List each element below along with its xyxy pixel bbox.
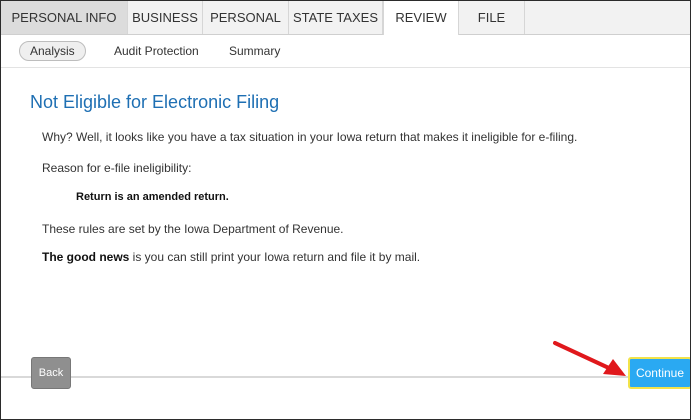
good-news-bold: The good news — [42, 250, 130, 264]
good-news-rest: is you can still print your Iowa return … — [129, 250, 421, 264]
why-text: Why? Well, it looks like you have a tax … — [42, 130, 578, 144]
tab-state-taxes[interactable]: STATE TAXES — [289, 1, 383, 34]
sub-nav-tabs: Analysis Audit Protection Summary — [1, 35, 690, 68]
page-title: Not Eligible for Electronic Filing — [30, 92, 280, 112]
continue-button[interactable]: Continue — [628, 357, 690, 389]
footer-bar — [1, 376, 690, 419]
tab-business[interactable]: BUSINESS — [128, 1, 203, 34]
tab-file[interactable]: FILE — [459, 1, 525, 34]
tab-review[interactable]: REVIEW — [383, 1, 459, 35]
reason-value: Return is an amended return. — [76, 191, 229, 203]
tab-personal-info[interactable]: PERSONAL INFO — [1, 1, 128, 34]
subtab-analysis[interactable]: Analysis — [19, 41, 86, 61]
reason-label: Reason for e-file ineligibility: — [42, 161, 192, 175]
rules-text: These rules are set by the Iowa Departme… — [42, 222, 344, 236]
subtab-audit-protection[interactable]: Audit Protection — [104, 41, 209, 61]
tab-personal[interactable]: PERSONAL — [203, 1, 289, 34]
good-news-text: The good news is you can still print you… — [42, 250, 420, 264]
annotation-arrow-icon — [553, 341, 626, 376]
back-button[interactable]: Back — [31, 357, 71, 389]
main-nav-tabs: PERSONAL INFO BUSINESS PERSONAL STATE TA… — [1, 1, 690, 35]
subtab-summary[interactable]: Summary — [219, 41, 290, 61]
app-window: PERSONAL INFO BUSINESS PERSONAL STATE TA… — [0, 0, 691, 420]
